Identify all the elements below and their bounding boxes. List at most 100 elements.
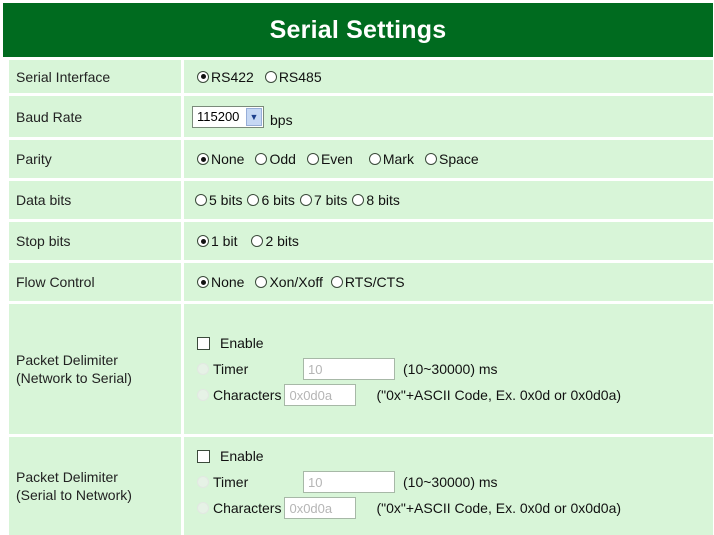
radio-8-bits[interactable]: 8 bits <box>352 192 400 208</box>
radio-parity-mark[interactable]: Mark <box>368 151 414 167</box>
timer-input[interactable]: 10 <box>303 471 395 493</box>
radio-icon[interactable] <box>306 153 319 165</box>
radio-icon[interactable] <box>255 153 268 165</box>
baud-rate-value: 115200 <box>197 109 240 124</box>
radio-flow-none-label: None <box>211 274 245 290</box>
timer-line: Timer 10 (10~30000) ms <box>197 356 498 382</box>
serial-settings-panel: Serial Settings Serial Interface RS422 R… <box>3 3 713 535</box>
radio-icon[interactable] <box>299 194 312 206</box>
radio-2-bits-label: 2 bits <box>265 233 299 249</box>
parity-label: Parity <box>9 140 181 178</box>
characters-input[interactable]: 0x0d0a <box>284 384 357 406</box>
timer-input[interactable]: 10 <box>303 358 395 380</box>
radio-flow-xon-xoff-label: Xon/Xoff <box>269 274 323 290</box>
enable-checkbox[interactable] <box>197 449 210 463</box>
serial-interface-label: Serial Interface <box>9 60 181 93</box>
characters-label: Characters <box>213 387 282 403</box>
parity-options: None Odd Even Mark Space <box>184 140 713 178</box>
serial-interface-options: RS422 RS485 <box>184 60 713 93</box>
timer-label: Timer <box>213 474 249 490</box>
enable-label: Enable <box>220 448 264 464</box>
flow-control-label: Flow Control <box>9 263 181 301</box>
radio-icon[interactable] <box>197 235 209 247</box>
radio-flow-none[interactable]: None <box>197 274 244 290</box>
delimiter-serial-to-net-label: Packet Delimiter (Serial to Network) <box>9 437 181 535</box>
baud-rate-control: 115200 ▼ bps <box>184 96 713 137</box>
delimiter-label-line1: Packet Delimiter <box>16 469 118 485</box>
radio-icon[interactable] <box>368 153 381 165</box>
radio-flow-xon-xoff[interactable]: Xon/Xoff <box>255 274 323 290</box>
radio-parity-mark-label: Mark <box>382 151 414 167</box>
radio-icon[interactable] <box>197 153 209 165</box>
radio-icon[interactable] <box>424 153 437 165</box>
row-stop-bits: Stop bits 1 bit 2 bits <box>3 222 713 260</box>
radio-rs485[interactable]: RS485 <box>264 68 322 85</box>
radio-1-bit[interactable]: 1 bit <box>197 233 237 249</box>
delimiter-net-to-serial-controls: Enable Timer 10 (10~30000) ms Characters… <box>184 304 713 434</box>
data-bits-label: Data bits <box>9 181 181 219</box>
delimiter-serial-to-net-controls: Enable Timer 10 (10~30000) ms Characters… <box>184 437 713 535</box>
row-delimiter-net-to-serial: Packet Delimiter (Network to Serial) Ena… <box>3 304 713 434</box>
radio-5-bits[interactable]: 5 bits <box>195 192 242 208</box>
timer-hint: (10~30000) ms <box>403 474 498 490</box>
radio-characters[interactable] <box>197 502 209 514</box>
row-flow-control: Flow Control None Xon/Xoff RTS/CTS <box>3 263 713 301</box>
baud-rate-label: Baud Rate <box>9 96 181 137</box>
radio-timer[interactable] <box>197 363 209 375</box>
enable-line: Enable <box>197 443 264 469</box>
data-bits-options: 5 bits 6 bits 7 bits 8 bits <box>184 181 713 219</box>
radio-8-bits-label: 8 bits <box>366 192 400 208</box>
characters-input[interactable]: 0x0d0a <box>284 497 357 519</box>
radio-5-bits-label: 5 bits <box>209 192 243 208</box>
radio-icon[interactable] <box>247 194 260 206</box>
timer-label: Timer <box>213 361 249 377</box>
radio-timer[interactable] <box>197 476 209 488</box>
radio-rs485-label: RS485 <box>278 68 322 85</box>
enable-checkbox[interactable] <box>197 336 210 350</box>
row-parity: Parity None Odd Even Mark Space <box>3 140 713 178</box>
radio-parity-odd-label: Odd <box>269 151 296 167</box>
radio-parity-space[interactable]: Space <box>424 151 479 167</box>
radio-parity-none[interactable]: None <box>197 151 244 167</box>
radio-icon[interactable] <box>251 235 264 247</box>
timer-hint: (10~30000) ms <box>403 361 498 377</box>
delimiter-label-line2: (Network to Serial) <box>16 370 132 386</box>
radio-2-bits[interactable]: 2 bits <box>251 233 299 249</box>
row-baud-rate: Baud Rate 115200 ▼ bps <box>3 96 713 137</box>
radio-icon[interactable] <box>264 70 277 83</box>
baud-rate-unit: bps <box>270 111 293 128</box>
radio-icon[interactable] <box>197 70 209 83</box>
radio-6-bits-label: 6 bits <box>261 192 295 208</box>
radio-flow-rts-cts-label: RTS/CTS <box>344 274 405 290</box>
radio-parity-odd[interactable]: Odd <box>255 151 296 167</box>
stop-bits-options: 1 bit 2 bits <box>184 222 713 260</box>
radio-icon[interactable] <box>255 276 268 288</box>
characters-line: Characters 0x0d0a ("0x"+ASCII Code, Ex. … <box>197 495 621 521</box>
radio-icon[interactable] <box>352 194 365 206</box>
radio-rs422[interactable]: RS422 <box>197 69 254 85</box>
radio-icon[interactable] <box>197 276 209 288</box>
page-title: Serial Settings <box>3 3 713 57</box>
chevron-down-icon[interactable]: ▼ <box>246 107 262 126</box>
radio-7-bits-label: 7 bits <box>313 192 348 208</box>
enable-line: Enable <box>197 330 264 356</box>
radio-parity-even[interactable]: Even <box>306 151 353 167</box>
delimiter-label-line2: (Serial to Network) <box>16 487 132 503</box>
enable-label: Enable <box>220 335 264 351</box>
radio-7-bits[interactable]: 7 bits <box>299 192 348 208</box>
radio-6-bits[interactable]: 6 bits <box>247 192 295 208</box>
baud-rate-select[interactable]: 115200 ▼ <box>192 105 264 128</box>
radio-icon[interactable] <box>330 276 343 288</box>
flow-control-options: None Xon/Xoff RTS/CTS <box>184 263 713 301</box>
characters-line: Characters 0x0d0a ("0x"+ASCII Code, Ex. … <box>197 382 621 408</box>
characters-hint: ("0x"+ASCII Code, Ex. 0x0d or 0x0d0a) <box>376 387 622 403</box>
radio-icon[interactable] <box>195 194 207 206</box>
radio-parity-none-label: None <box>211 151 245 167</box>
row-data-bits: Data bits 5 bits 6 bits 7 bits 8 bits <box>3 181 713 219</box>
radio-characters[interactable] <box>197 389 209 401</box>
stop-bits-label: Stop bits <box>9 222 181 260</box>
radio-flow-rts-cts[interactable]: RTS/CTS <box>330 274 405 290</box>
radio-rs422-label: RS422 <box>211 68 254 85</box>
timer-line: Timer 10 (10~30000) ms <box>197 469 498 495</box>
characters-hint: ("0x"+ASCII Code, Ex. 0x0d or 0x0d0a) <box>376 500 622 516</box>
